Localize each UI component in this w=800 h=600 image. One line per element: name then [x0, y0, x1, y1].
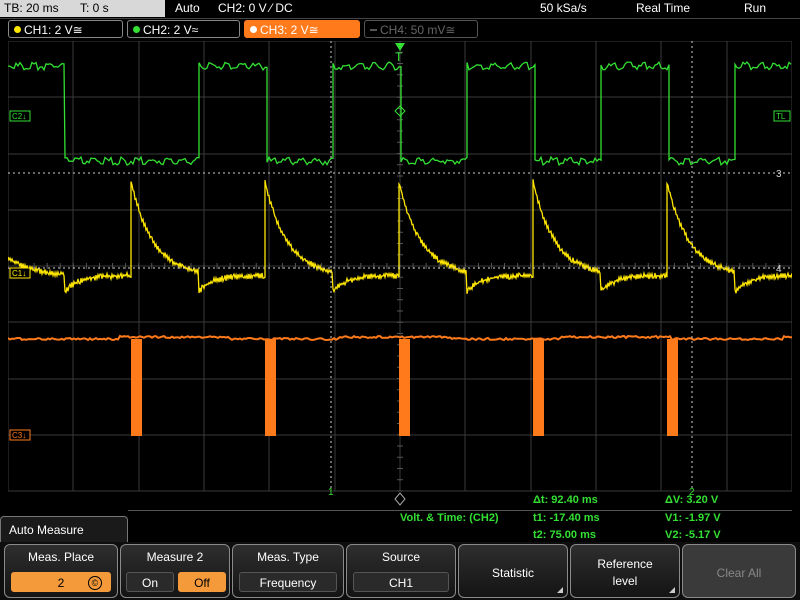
- channel-bar: CH1: 2 V≅ CH2: 2 V≈ CH3: 2 V≅ CH4: 50 mV…: [0, 19, 800, 40]
- clear-all-softkey[interactable]: Clear All: [682, 544, 796, 598]
- svg-text:TL: TL: [776, 112, 786, 121]
- c2-level-marker[interactable]: C2↓: [9, 110, 31, 122]
- sample-rate: 50 kSa/s: [540, 1, 587, 15]
- channel-tab-ch4[interactable]: CH4: 50 mV≅: [364, 20, 478, 38]
- svg-text:C1↓: C1↓: [12, 269, 26, 278]
- v2-value: V2: -5.17 V: [665, 529, 721, 541]
- channel-tab-ch1[interactable]: CH1: 2 V≅: [8, 20, 123, 38]
- delta-time: Δt: 92.40 ms: [533, 494, 598, 506]
- measure2-off-option[interactable]: Off: [178, 572, 226, 592]
- meas-type-softkey[interactable]: Meas. Type Frequency: [232, 544, 344, 598]
- meas-place-softkey[interactable]: Meas. Place 2 ©: [4, 544, 118, 598]
- channel-label: CH4: 50 mV≅: [380, 23, 456, 37]
- measure2-on-option[interactable]: On: [126, 572, 174, 592]
- clear-all-label: Clear All: [716, 566, 762, 580]
- t2-value: t2: 75.00 ms: [533, 529, 596, 541]
- trigger-level-marker[interactable]: TL: [773, 110, 791, 122]
- auto-measure-title: Auto Measure: [9, 523, 84, 537]
- reference-level-softkey[interactable]: Reference level: [570, 544, 680, 598]
- softkey-title: Meas. Type: [257, 550, 319, 564]
- auto-measure-tab[interactable]: Auto Measure: [0, 516, 128, 542]
- statistic-label: Statistic: [491, 566, 534, 580]
- copy-icon: ©: [88, 576, 102, 590]
- softkey-bar: Meas. Place 2 © Measure 2 On Off Meas. T…: [0, 542, 800, 600]
- reference-label-line1: Reference: [597, 557, 653, 571]
- trigger-mode[interactable]: Auto: [175, 0, 200, 17]
- submenu-arrow-icon: [669, 587, 675, 593]
- source-value: CH1: [353, 572, 449, 592]
- acquisition-mode: Real Time: [636, 1, 691, 15]
- meas-place-value[interactable]: 2 ©: [11, 572, 111, 592]
- cursor-label-4: 4: [776, 264, 782, 275]
- softkey-title: Source: [381, 550, 421, 564]
- svg-text:C2↓: C2↓: [12, 112, 26, 121]
- statistic-softkey[interactable]: Statistic: [458, 544, 568, 598]
- trigger-position-label: T: 0 s: [80, 1, 109, 15]
- v1-value: V1: -1.97 V: [665, 512, 721, 524]
- ch3-dot-icon: [250, 26, 257, 33]
- reference-label-line2: level: [612, 574, 638, 588]
- ch3-pulse: [131, 339, 142, 436]
- meas-place-number: 2: [57, 576, 65, 590]
- delta-voltage: ΔV: 3.20 V: [665, 494, 719, 506]
- meas-type-value: Frequency: [239, 572, 337, 592]
- channel-tab-ch3[interactable]: CH3: 2 V≅: [244, 20, 360, 38]
- t1-value: t1: -17.40 ms: [533, 512, 600, 524]
- trigger-marker-label: T: [395, 50, 403, 64]
- waveform-canvas[interactable]: T C2↓ C1↓ C3↓ TL 3 4 1 2: [8, 41, 792, 511]
- c1-level-marker[interactable]: C1↓: [9, 267, 31, 279]
- ch3-pulse: [667, 339, 678, 436]
- channel-label: CH3: 2 V≅: [260, 23, 319, 37]
- source-softkey[interactable]: Source CH1: [346, 544, 456, 598]
- channel-label: CH1: 2 V≅: [24, 23, 83, 37]
- c3-level-marker[interactable]: C3↓: [9, 429, 31, 441]
- channel-label: CH2: 2 V≈: [143, 23, 199, 37]
- ch3-pulse: [399, 339, 410, 436]
- softkey-title: Meas. Place: [27, 550, 95, 564]
- submenu-arrow-icon: [557, 587, 563, 593]
- softkey-title: Measure 2: [146, 550, 204, 564]
- ch3-pulse: [533, 339, 544, 436]
- trigger-info[interactable]: CH2: 0 V ⁄ DC: [218, 0, 293, 17]
- timebase-box[interactable]: TB: 20 ms T: 0 s: [0, 0, 165, 17]
- run-state[interactable]: Run: [744, 0, 766, 17]
- ch1-dot-icon: [14, 26, 21, 33]
- ch4-dash-icon: [370, 29, 377, 31]
- status-bar: TB: 20 ms T: 0 s Auto CH2: 0 V ⁄ DC 50 k…: [0, 0, 800, 19]
- timebase-label: TB: 20 ms: [4, 1, 59, 15]
- readout-mode: Volt. & Time: (CH2): [400, 512, 499, 524]
- cursor-label-3: 3: [776, 169, 782, 180]
- measure2-softkey[interactable]: Measure 2 On Off: [120, 544, 230, 598]
- channel-tab-ch2[interactable]: CH2: 2 V≈: [127, 20, 240, 38]
- ch3-pulse: [265, 339, 276, 436]
- svg-text:C3↓: C3↓: [12, 431, 26, 440]
- ch2-dot-icon: [133, 26, 140, 33]
- waveform-display[interactable]: T C2↓ C1↓ C3↓ TL 3 4 1 2: [8, 41, 792, 511]
